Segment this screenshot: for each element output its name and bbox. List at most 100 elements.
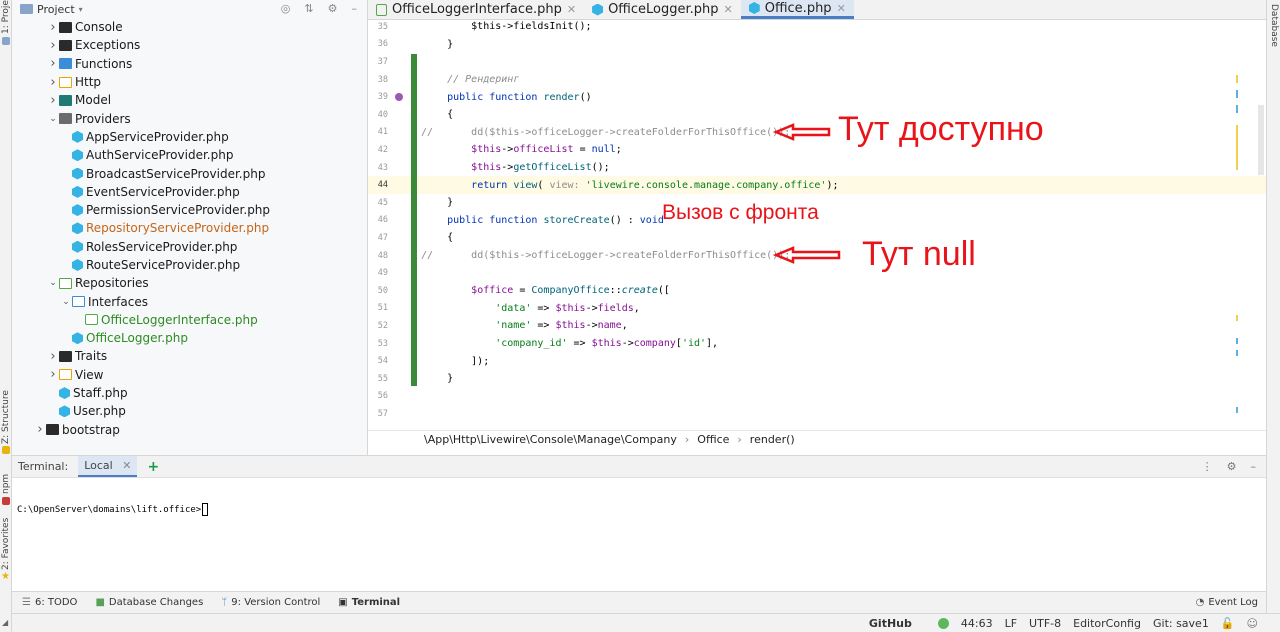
chevron-down-icon[interactable]: ▾ — [79, 5, 83, 14]
tree-item[interactable]: AppServiceProvider.php — [12, 128, 367, 146]
code-line[interactable]: 55 } — [368, 370, 1266, 388]
code-line[interactable]: 44 return view( view: 'livewire.console.… — [368, 176, 1266, 194]
close-icon[interactable]: ✕ — [837, 2, 846, 15]
favorites-tool-tab[interactable]: 2: Favorites — [0, 518, 12, 570]
chevron-right-icon[interactable]: › — [47, 56, 59, 71]
chevron-right-icon[interactable]: › — [47, 367, 59, 382]
chevron-right-icon[interactable]: › — [47, 75, 59, 90]
code-line[interactable]: 38 // Рендеринг — [368, 71, 1266, 89]
tree-item[interactable]: RepositoryServiceProvider.php — [12, 219, 367, 237]
github-status[interactable]: GitHub — [869, 617, 912, 630]
corner-icon[interactable]: ◢ — [2, 618, 8, 627]
new-terminal-plus-icon[interactable]: + — [147, 459, 159, 475]
editor-config[interactable]: EditorConfig — [1073, 617, 1141, 630]
notifications-icon[interactable]: ☺ — [1247, 617, 1258, 630]
breadcrumb-namespace[interactable]: \App\Http\Livewire\Console\Manage\Compan… — [424, 433, 677, 446]
event-log-tab[interactable]: ◔ Event Log — [1196, 597, 1258, 608]
chevron-right-icon[interactable]: › — [47, 93, 59, 108]
tree-item[interactable]: BroadcastServiceProvider.php — [12, 164, 367, 182]
code-line[interactable]: 37 — [368, 53, 1266, 71]
database-tool-tab[interactable]: Database — [1268, 4, 1280, 52]
tree-item[interactable]: ⌄ Interfaces — [12, 292, 367, 310]
tree-item[interactable]: › Model — [12, 91, 367, 109]
hide-icon[interactable]: – — [352, 2, 358, 15]
scroll-marker[interactable] — [1236, 350, 1238, 356]
code-line[interactable]: 49 — [368, 264, 1266, 282]
scroll-marker[interactable] — [1236, 75, 1238, 83]
tree-item[interactable]: › Functions — [12, 55, 367, 73]
editor-tab[interactable]: Office.php ✕ — [740, 0, 854, 19]
git-branch[interactable]: Git: save1 — [1153, 617, 1209, 630]
settings-gear-icon[interactable]: ⚙ — [328, 2, 338, 15]
more-options-icon[interactable]: ⋮ — [1202, 460, 1213, 473]
code-line[interactable]: 50 $office = CompanyOffice::create([ — [368, 282, 1266, 300]
chevron-right-icon[interactable]: › — [34, 422, 46, 437]
tree-item[interactable]: ⌄ Providers — [12, 109, 367, 127]
tree-item[interactable]: User.php — [12, 402, 367, 420]
close-icon[interactable]: ✕ — [122, 459, 131, 472]
code-line[interactable]: 35 $this->fieldsInit(); — [368, 20, 1266, 36]
chevron-down-icon[interactable]: ⌄ — [60, 297, 72, 307]
tree-item[interactable]: OfficeLoggerInterface.php — [12, 311, 367, 329]
code-line[interactable]: 42 $this->officeList = null; — [368, 141, 1266, 159]
tree-item[interactable]: RolesServiceProvider.php — [12, 238, 367, 256]
scrollbar-thumb[interactable] — [1258, 105, 1264, 175]
code-line[interactable]: 40 { — [368, 106, 1266, 124]
db-changes-tab[interactable]: ■ Database Changes — [95, 597, 203, 608]
breadcrumb-class[interactable]: Office — [697, 433, 729, 446]
chevron-right-icon[interactable]: › — [47, 38, 59, 53]
tree-item[interactable]: PermissionServiceProvider.php — [12, 201, 367, 219]
code-line[interactable]: 57 — [368, 405, 1266, 423]
code-editor[interactable]: 35 $this->fieldsInit(); 36 } 37 38 // Ренде… — [368, 20, 1266, 430]
scroll-marker[interactable] — [1236, 338, 1238, 344]
chevron-down-icon[interactable]: ⌄ — [47, 114, 59, 124]
hide-icon[interactable]: – — [1251, 460, 1257, 473]
code-line[interactable]: 52 'name' => $this->name, — [368, 317, 1266, 335]
tree-item[interactable]: AuthServiceProvider.php — [12, 146, 367, 164]
tree-item[interactable]: › View — [12, 366, 367, 384]
tree-item[interactable]: OfficeLogger.php — [12, 329, 367, 347]
vcs-tab[interactable]: ᛘ 9: Version Control — [221, 597, 320, 608]
tree-item[interactable]: RouteServiceProvider.php — [12, 256, 367, 274]
vcs-change-bar[interactable] — [411, 54, 417, 386]
code-line[interactable]: 53 'company_id' => $this->company['id'], — [368, 335, 1266, 353]
scroll-marker[interactable] — [1236, 315, 1238, 321]
code-line[interactable]: 51 'data' => $this->fields, — [368, 300, 1266, 318]
tree-item[interactable]: ⌄ Repositories — [12, 274, 367, 292]
caret-position[interactable]: 44:63 — [961, 617, 993, 630]
editor-tab[interactable]: OfficeLoggerInterface.php ✕ — [368, 0, 584, 19]
lock-icon[interactable]: 🔓 — [1221, 617, 1235, 630]
chevron-right-icon[interactable]: › — [47, 349, 59, 364]
tree-item[interactable]: › Exceptions — [12, 36, 367, 54]
tree-item[interactable]: EventServiceProvider.php — [12, 183, 367, 201]
settings-gear-icon[interactable]: ⚙ — [1227, 460, 1237, 473]
close-icon[interactable]: ✕ — [724, 3, 733, 16]
code-line[interactable]: 43 $this->getOfficeList(); — [368, 159, 1266, 177]
tree-item[interactable]: › Http — [12, 73, 367, 91]
code-line[interactable]: 56 — [368, 388, 1266, 406]
code-line[interactable]: 39 public function render() — [368, 88, 1266, 106]
terminal-tab[interactable]: ▣ Terminal — [338, 597, 400, 608]
tree-item[interactable]: › bootstrap — [12, 421, 367, 439]
scroll-marker[interactable] — [1236, 105, 1238, 113]
close-icon[interactable]: ✕ — [567, 3, 576, 16]
scroll-marker[interactable] — [1236, 90, 1238, 98]
tree-item[interactable]: › Console — [12, 18, 367, 36]
code-line[interactable]: 36 } — [368, 36, 1266, 54]
project-tool-tab[interactable]: 1: Project — [0, 0, 12, 34]
scroll-marker[interactable] — [1236, 125, 1238, 170]
locate-icon[interactable]: ◎ — [281, 2, 291, 15]
chevron-down-icon[interactable]: ⌄ — [47, 278, 59, 288]
line-separator[interactable]: LF — [1005, 617, 1017, 630]
code-line[interactable]: 54 ]); — [368, 352, 1266, 370]
terminal-tab-local[interactable]: Local ✕ — [78, 456, 138, 477]
collapse-all-icon[interactable]: ⇅ — [304, 2, 313, 15]
npm-tool-tab[interactable]: npm — [0, 474, 12, 494]
todo-tab[interactable]: ☰ 6: TODO — [22, 597, 77, 608]
file-encoding[interactable]: UTF-8 — [1029, 617, 1061, 630]
terminal-prompt-line[interactable]: C:\OpenServer\domains\lift.office> — [17, 503, 209, 516]
structure-tool-tab[interactable]: Z: Structure — [0, 390, 12, 444]
editor-tab[interactable]: OfficeLogger.php ✕ — [584, 0, 741, 19]
chevron-right-icon[interactable]: › — [47, 20, 59, 35]
tree-item[interactable]: Staff.php — [12, 384, 367, 402]
